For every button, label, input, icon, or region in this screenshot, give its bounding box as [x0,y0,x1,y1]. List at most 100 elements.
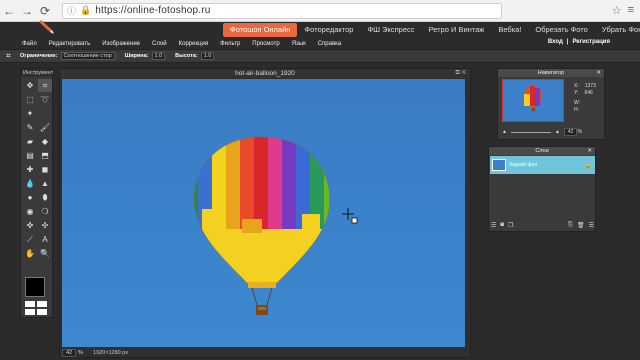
canvas-title: hot-air-balloon_1920 [235,70,295,77]
tab-retro-vintage[interactable]: Ретро И Винтаж [422,23,492,37]
burn-tool-icon[interactable]: ⬮ [38,191,52,204]
lasso-tool-icon[interactable]: ➰ [38,93,52,106]
h-label: H: [574,106,579,113]
image-size: 1920×1280 px [93,349,129,356]
lock-icon[interactable]: 🔒 [585,162,592,169]
layers-footer: ☰ ◙ ❐ ⎘ 🗑 ☰ [491,220,594,230]
tab-fotoshop-online[interactable]: Фотошоп Онлайн [223,23,298,37]
new-layer-icon[interactable]: ⎘ [568,222,573,229]
address-bar[interactable]: ⓘ 🔒 https://online-fotoshop.ru [62,2,502,19]
lock-icon: 🔒 [80,5,92,15]
layer-mask-icon[interactable]: ◙ [500,222,504,228]
dodge-tool-icon[interactable]: ● [23,191,37,204]
menu-filter[interactable]: Фильтр [220,41,240,47]
layer-thumbnail [492,159,506,171]
canvas-window: hot-air-balloon_1920 ⧉ ✕ 42 % 1920×1280 … [59,68,471,358]
menu-adjust[interactable]: Коррекция [179,41,209,47]
gradient-tool-icon[interactable]: ▤ [23,149,37,162]
width-input[interactable]: 1.0 [151,52,166,60]
close-icon[interactable]: ✕ [596,69,601,77]
y-value: 646 [584,89,593,96]
balloon-thumbnail [524,85,542,111]
color-swatch[interactable] [25,277,45,297]
layer-menu-icon[interactable]: ☰ [589,222,594,229]
menu-file[interactable]: Файл [22,41,37,47]
text-tool-icon[interactable]: A [38,233,52,246]
top-nav: Фотошоп Онлайн Фоторедактор ФШ Экспресс … [223,23,640,37]
layer-name: Задний фон [509,162,538,168]
reload-icon[interactable]: ⟳ [36,2,54,20]
crop-tool-icon: ⌗ [6,51,11,60]
zoom-tool-icon[interactable]: 🔍 [38,247,52,260]
pencil-tool-icon[interactable]: ✎ [23,121,37,134]
menu-icon[interactable]: ≡ [628,4,634,17]
liquify-tool-icon[interactable]: ❍ [38,205,52,218]
crosshair-cursor-icon [342,208,358,224]
canvas-title-bar: hot-air-balloon_1920 ⧉ ✕ [60,69,470,78]
height-label: Высота: [175,53,198,59]
toolbox-title: Инструмент [21,69,54,77]
tab-remove-bg[interactable]: Убрать Фон [595,23,640,37]
tab-fsh-express[interactable]: ФШ Экспресс [360,23,421,37]
zoom-out-icon[interactable]: ▲ [502,129,507,135]
photo-canvas[interactable] [62,79,465,347]
auth-links: Вход | Регистрация [548,39,610,45]
menu-view[interactable]: Просмотр [252,41,279,47]
layer-settings-icon[interactable]: ☰ [491,222,496,229]
menu-layer[interactable]: Слой [152,41,167,47]
layers-title-bar: Слои ✕ [489,147,595,155]
tab-fotoredaktor[interactable]: Фоторедактор [297,23,360,37]
marquee-tool-icon[interactable]: ⬚ [23,93,37,106]
register-link[interactable]: Регистрация [572,39,610,45]
forward-icon[interactable]: → [18,2,36,20]
layer-group-icon[interactable]: ❐ [508,222,513,229]
back-icon[interactable]: ← [0,2,18,20]
tab-webcam[interactable]: Вебка! [491,23,528,37]
stamp-tool-icon[interactable]: ⬒ [38,149,52,162]
menu-image[interactable]: Изображение [102,41,140,47]
heal-tool-icon[interactable]: ✚ [23,163,37,176]
login-link[interactable]: Вход [548,39,563,45]
wand-tool-icon[interactable]: ✦ [23,107,37,120]
menu-language[interactable]: Язык [292,41,306,47]
eraser-tool-icon[interactable]: ▰ [23,135,37,148]
menu-help[interactable]: Справка [318,41,342,47]
bloat-tool-icon[interactable]: ✣ [38,219,52,232]
browser-toolbar: ← → ⟳ ⓘ 🔒 https://online-fotoshop.ru ☆ ≡ [0,0,640,22]
constraint-select[interactable]: Соотношение стор [60,52,115,60]
zoom-in-icon[interactable]: ▲ [555,129,560,135]
blur-tool-icon[interactable]: 💧 [23,177,37,190]
layers-panel: Слои ✕ Задний фон 🔒 ☰ ◙ ❐ ⎘ 🗑 ☰ [488,146,596,232]
window-controls[interactable]: ⧉ ✕ [455,69,466,78]
menu-bar: Файл Редактировать Изображение Слой Корр… [0,38,640,49]
constraint-label: Ограничение: [20,53,58,59]
eyedropper-tool-icon[interactable]: ⟋ [23,233,37,246]
height-input[interactable]: 1.0 [200,52,215,60]
auth-separator: | [566,39,569,45]
sharpen-tool-icon[interactable]: ▲ [38,177,52,190]
navigator-thumbnail[interactable] [502,79,564,122]
navigator-panel: Навигатор ✕ X: 1373 Y: 646 W: H: ▲ ▲ 42 % [497,68,605,140]
menu-edit[interactable]: Редактировать [49,41,90,47]
close-icon[interactable]: ✕ [587,147,592,155]
zoom-slider[interactable] [510,131,551,133]
zoom-input[interactable]: 42 [62,348,77,357]
view-mode-icons[interactable] [25,301,47,315]
redeye-tool-icon[interactable]: ◉ [23,205,37,218]
logo-icon[interactable] [38,18,58,36]
y-label: Y: [574,89,579,96]
tab-crop-photo[interactable]: Обрезать Фото [528,23,594,37]
hand-tool-icon[interactable]: ✋ [23,247,37,260]
delete-layer-icon[interactable]: 🗑 [577,222,585,229]
crop-tool-icon[interactable]: ⌗ [38,79,52,92]
star-icon[interactable]: ☆ [612,4,622,17]
brush-tool-icon[interactable]: 🖌 [38,121,52,134]
navigator-zoom-input[interactable]: 42 [563,128,578,136]
layer-item[interactable]: Задний фон 🔒 [490,156,595,174]
move-tool-icon[interactable]: ✥ [23,79,37,92]
bucket-tool-icon[interactable]: ◆ [38,135,52,148]
info-icon[interactable]: ⓘ [67,4,76,17]
balloon-image [194,136,330,315]
sponge-tool-icon[interactable]: ◼ [38,163,52,176]
pinch-tool-icon[interactable]: ✜ [23,219,37,232]
